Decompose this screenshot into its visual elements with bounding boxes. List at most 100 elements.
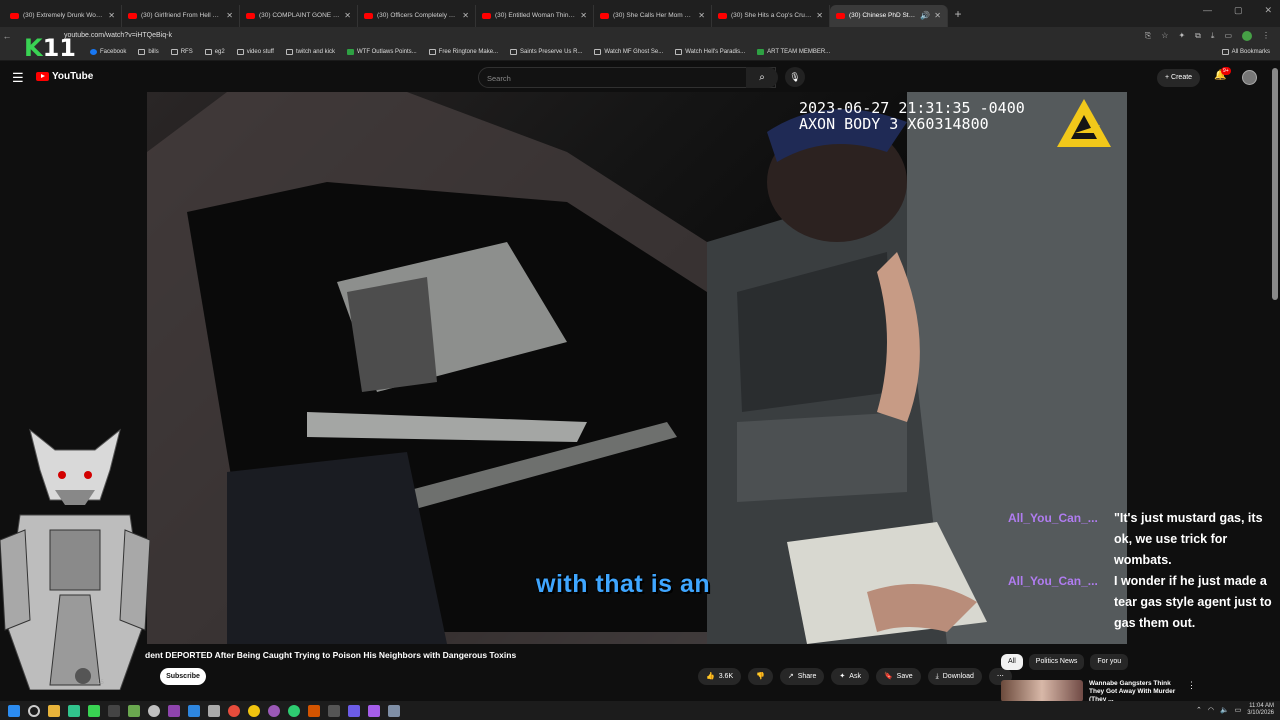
firefox-icon[interactable]	[228, 704, 240, 717]
close-tab-icon[interactable]: ✕	[816, 11, 823, 20]
close-tab-icon[interactable]: ✕	[580, 11, 587, 20]
file-explorer-icon[interactable]	[48, 704, 60, 717]
app-icon[interactable]	[168, 704, 180, 717]
bookmark-link[interactable]: Watch Hell's Paradis...	[675, 49, 745, 55]
maximize-icon[interactable]: ▢	[1234, 5, 1243, 16]
volume-icon[interactable]: 🔈	[1220, 706, 1229, 714]
browser-tab[interactable]: (30) COMPLAINT GONE WRON✕	[240, 4, 358, 27]
search-button[interactable]: ⌕	[746, 67, 778, 88]
search-icon: ⌕	[759, 72, 765, 83]
dislike-button[interactable]: 👎	[748, 668, 773, 685]
ask-button[interactable]: ✦ Ask	[831, 668, 869, 685]
bookmark-link[interactable]: Free Ringtone Make...	[428, 49, 498, 55]
close-tab-icon[interactable]: ✕	[462, 11, 469, 20]
video-player[interactable]: 2023-06-27 21:31:35 -0400 AXON BODY 3 X60…	[147, 92, 1127, 644]
speaker-icon[interactable]: 🔊	[920, 11, 930, 20]
bookmark-star-icon[interactable]: ☆	[1161, 31, 1168, 41]
hamburger-menu-icon[interactable]: ☰	[12, 70, 24, 86]
close-window-icon[interactable]: ✕	[1264, 5, 1272, 16]
browser-tab[interactable]: (30) Extremely Drunk Woman I ✕	[4, 4, 122, 27]
app-icon[interactable]	[88, 704, 100, 717]
account-avatar[interactable]	[1242, 70, 1257, 85]
bookmark-link[interactable]: Saints Preserve Us R...	[510, 49, 582, 55]
chrome-icon[interactable]	[248, 704, 260, 717]
sidebar-icon[interactable]: ▭	[1224, 31, 1232, 41]
voice-search-button[interactable]: 🎙	[785, 67, 805, 87]
battery-icon[interactable]: ▭	[1235, 706, 1242, 714]
like-button[interactable]: 👍 3.6K	[698, 668, 742, 685]
bookmark-folder[interactable]: RFS	[170, 49, 193, 55]
close-tab-icon[interactable]: ✕	[108, 11, 115, 20]
close-tab-icon[interactable]: ✕	[344, 11, 351, 20]
chip-for-you[interactable]: For you	[1090, 654, 1129, 670]
app-icon[interactable]	[268, 704, 280, 717]
browser-tab-active[interactable]: (30) Chinese PhD Student I🔊✕	[830, 4, 948, 27]
browser-tab[interactable]: (30) Entitled Woman Thinks Sh ✕	[476, 4, 594, 27]
app-icon[interactable]	[68, 704, 80, 717]
app-icon[interactable]	[308, 704, 320, 717]
menu-kebab-icon[interactable]: ⋮	[1262, 31, 1270, 41]
youtube-logo[interactable]: YouTube	[36, 71, 93, 82]
microphone-icon: 🎙	[789, 72, 801, 82]
download-icon[interactable]: ⤓	[1211, 31, 1215, 41]
bookmark-folder[interactable]: video stuff	[236, 49, 274, 55]
save-button[interactable]: 🔖 Save	[875, 668, 921, 685]
video-title: dent DEPORTED After Being Caught Trying …	[145, 650, 517, 660]
youtube-play-icon	[36, 72, 49, 81]
folder-icon	[1221, 49, 1229, 55]
app-icon[interactable]	[188, 704, 200, 717]
bookmark-folder[interactable]: eg2	[204, 49, 225, 55]
app-icon[interactable]	[348, 704, 360, 717]
browser-tab[interactable]: (30) Girlfriend From Hell Gets ✕	[122, 4, 240, 27]
wifi-icon[interactable]: ◠	[1208, 706, 1214, 714]
close-tab-icon[interactable]: ✕	[934, 11, 941, 20]
all-bookmarks[interactable]: All Bookmarks	[1221, 49, 1270, 55]
back-icon[interactable]: ←	[0, 31, 14, 41]
chip-politics-news[interactable]: Politics News	[1028, 654, 1085, 670]
app-icon[interactable]	[368, 704, 380, 717]
chat-username: All_You_Can_...	[1008, 574, 1098, 588]
app-icon[interactable]	[108, 704, 120, 717]
bookmark-link[interactable]: WTF Outlaws Points...	[346, 49, 417, 55]
app-icon[interactable]	[208, 704, 220, 717]
bookmark-link[interactable]: Watch MF Ghost Se...	[594, 49, 663, 55]
page-scrollbar[interactable]	[1272, 68, 1278, 300]
start-icon[interactable]	[8, 704, 20, 717]
youtube-favicon-icon	[128, 12, 137, 19]
minimize-icon[interactable]: —	[1203, 5, 1212, 16]
browser-tab[interactable]: (30) She Hits a Cop's Cruiser ar✕	[712, 4, 830, 27]
chip-all[interactable]: All	[1001, 654, 1023, 670]
new-tab-button[interactable]: +	[948, 7, 968, 21]
subscribe-button[interactable]: Subscribe	[160, 668, 206, 685]
video-frame-scene	[147, 92, 1127, 644]
download-button[interactable]: ⤓ Download	[927, 668, 982, 685]
close-tab-icon[interactable]: ✕	[698, 11, 705, 20]
bookmark-link[interactable]: ART TEAM MEMBER...	[757, 49, 830, 55]
bookmark-folder[interactable]: twitch and kick	[285, 49, 335, 55]
create-button[interactable]: + Create	[1157, 69, 1201, 87]
install-icon[interactable]: ⎘	[1145, 31, 1151, 41]
browser-tab[interactable]: (30) Officers Completely Unpl ✕	[358, 4, 476, 27]
app-icon[interactable]	[128, 704, 140, 717]
app-icon[interactable]	[288, 704, 300, 717]
extension-icon[interactable]: ✦	[1178, 31, 1185, 41]
settings-gear-icon[interactable]	[388, 704, 400, 717]
app-icon[interactable]	[328, 704, 340, 717]
bookmark-facebook[interactable]: Facebook	[90, 49, 126, 55]
share-button[interactable]: ↗ Share	[779, 668, 825, 685]
recommended-thumbnail[interactable]	[1001, 680, 1083, 702]
url-field[interactable]: youtube.com/watch?v=iHTQeBiq-k	[64, 32, 1145, 39]
search-icon[interactable]	[28, 704, 40, 717]
app-icon[interactable]	[148, 704, 160, 717]
windows-taskbar: ⌃ ◠ 🔈 ▭ 11:04 AM 3/10/2026	[0, 701, 1280, 720]
bookmark-folder[interactable]: bills	[138, 49, 159, 55]
clock[interactable]: 11:04 AM 3/10/2026	[1247, 703, 1274, 717]
browser-tab[interactable]: (30) She Calls Her Mom During✕	[594, 4, 712, 27]
channel-avatar[interactable]	[75, 668, 91, 684]
extensions-puzzle-icon[interactable]: ⧉	[1195, 31, 1201, 41]
folder-icon	[138, 49, 146, 55]
search-input[interactable]: Search	[478, 67, 776, 88]
close-tab-icon[interactable]: ✕	[226, 11, 233, 20]
chevron-up-icon[interactable]: ⌃	[1196, 706, 1202, 714]
profile-avatar[interactable]	[1242, 30, 1252, 41]
